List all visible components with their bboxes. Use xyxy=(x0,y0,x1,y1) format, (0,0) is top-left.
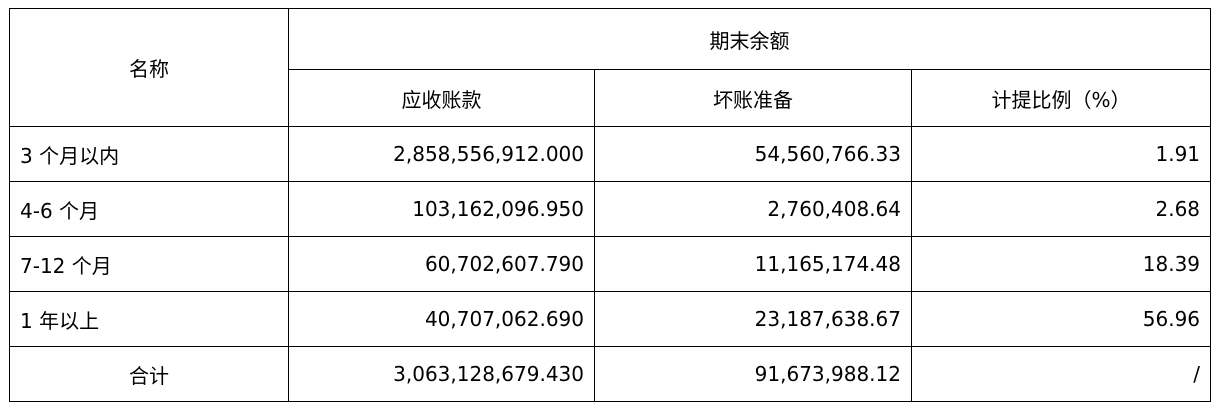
row-provision: 23,187,638.67 xyxy=(594,291,912,347)
row-provision: 54,560,766.33 xyxy=(594,126,912,182)
header-bad-debt-provision: 坏账准备 xyxy=(594,69,912,127)
row-name: 4-6 个月 xyxy=(9,181,289,237)
row-name: 7-12 个月 xyxy=(9,236,289,292)
row-receivable: 103,162,096.950 xyxy=(288,181,595,237)
bad-debt-aging-table: 名称 期末余额 应收账款 坏账准备 计提比例（%） 3 个月以内 2,858,5… xyxy=(9,8,1212,402)
header-name: 名称 xyxy=(9,8,289,127)
table-row: 7-12 个月 60,702,607.790 11,165,174.48 18.… xyxy=(9,236,1212,292)
row-receivable: 40,707,062.690 xyxy=(288,291,595,347)
header-row-top: 名称 期末余额 xyxy=(9,8,1212,127)
row-ratio: 18.39 xyxy=(910,236,1212,292)
aging-table-container: 名称 期末余额 应收账款 坏账准备 计提比例（%） 3 个月以内 2,858,5… xyxy=(9,8,1212,402)
total-ratio: / xyxy=(910,346,1212,402)
total-row: 合计 3,063,128,679.430 91,673,988.12 / xyxy=(9,346,1212,402)
total-receivable: 3,063,128,679.430 xyxy=(288,346,595,402)
table-row: 3 个月以内 2,858,556,912.000 54,560,766.33 1… xyxy=(9,126,1212,182)
row-receivable: 2,858,556,912.000 xyxy=(288,126,595,182)
row-provision: 11,165,174.48 xyxy=(594,236,912,292)
total-provision: 91,673,988.12 xyxy=(594,346,912,402)
header-period-end-balance: 期末余额 xyxy=(287,8,1212,70)
row-ratio: 2.68 xyxy=(910,181,1212,237)
table-row: 1 年以上 40,707,062.690 23,187,638.67 56.96 xyxy=(9,291,1212,347)
header-provision-ratio: 计提比例（%） xyxy=(910,69,1212,127)
row-ratio: 1.91 xyxy=(910,126,1212,182)
row-name: 3 个月以内 xyxy=(9,126,289,182)
row-name: 1 年以上 xyxy=(9,291,289,347)
header-receivable: 应收账款 xyxy=(288,69,595,127)
table-row: 4-6 个月 103,162,096.950 2,760,408.64 2.68 xyxy=(9,181,1212,237)
row-ratio: 56.96 xyxy=(910,291,1212,347)
row-receivable: 60,702,607.790 xyxy=(288,236,595,292)
row-provision: 2,760,408.64 xyxy=(594,181,912,237)
total-label: 合计 xyxy=(9,346,289,402)
